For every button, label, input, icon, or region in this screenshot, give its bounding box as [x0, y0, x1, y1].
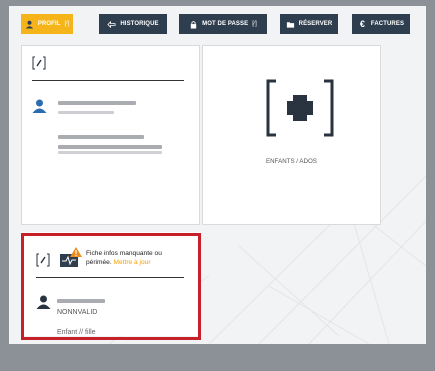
redacted-info — [58, 145, 162, 149]
history-icon — [107, 20, 116, 29]
redacted-info — [58, 135, 144, 139]
tab-label: HISTORIQUE — [120, 21, 159, 27]
edit-icon: [⁄] — [252, 21, 257, 27]
edit-icon[interactable] — [32, 56, 46, 70]
tab-label: FACTURES — [370, 21, 405, 27]
edit-icon: [⁄] — [64, 21, 70, 27]
redacted-name — [58, 101, 136, 105]
tab-historique[interactable]: HISTORIQUE — [99, 14, 167, 34]
lock-icon — [189, 20, 198, 29]
person-icon — [32, 99, 47, 113]
bracket-plus-icon — [266, 79, 334, 137]
highlight-box — [21, 233, 201, 340]
tab-label: MOT DE PASSE — [202, 21, 249, 27]
tab-reserver[interactable]: RÉSERVER — [280, 14, 338, 34]
add-child-card[interactable]: ENFANTS / ADOS — [202, 45, 381, 225]
window-frame: PROFIL [⁄] HISTORIQUE MOT DE PASSE [⁄] R… — [0, 0, 435, 371]
redacted-subtitle — [58, 111, 114, 114]
divider — [32, 80, 184, 81]
tab-label: RÉSERVER — [298, 21, 333, 27]
add-child-label: ENFANTS / ADOS — [266, 158, 317, 165]
redacted-info — [58, 151, 162, 154]
parent-profile-card — [21, 45, 200, 225]
tab-label: PROFIL — [37, 21, 61, 27]
tab-profil[interactable]: PROFIL [⁄] — [21, 14, 73, 34]
euro-icon: € — [359, 18, 365, 29]
folder-icon — [286, 20, 295, 29]
tab-mot-de-passe[interactable]: MOT DE PASSE [⁄] — [179, 14, 267, 34]
user-icon — [25, 20, 34, 29]
tab-factures[interactable]: € FACTURES — [352, 14, 410, 34]
